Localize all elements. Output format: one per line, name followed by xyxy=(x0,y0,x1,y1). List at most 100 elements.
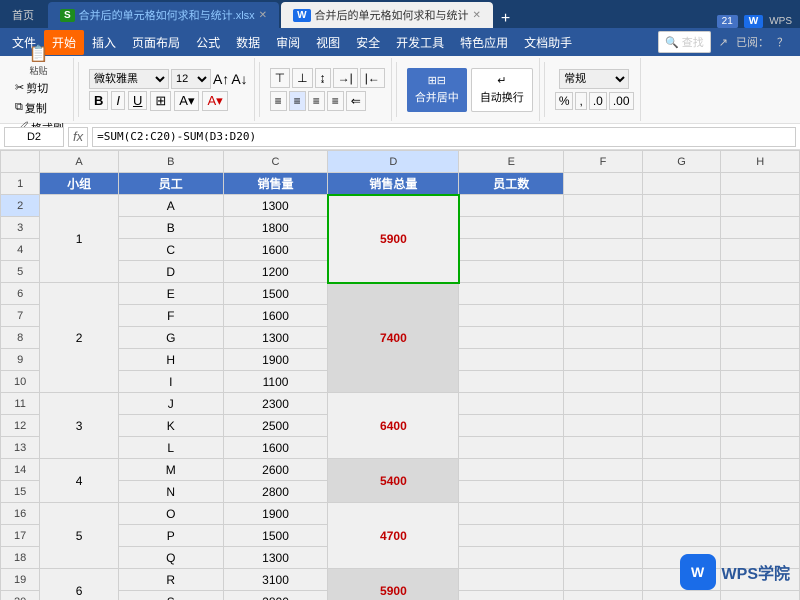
cell-b15[interactable]: N xyxy=(118,481,223,503)
align-left-btn[interactable]: ≡ xyxy=(270,91,287,111)
decimal-increase-btn[interactable]: .0 xyxy=(589,92,607,110)
align-vcenter-btn[interactable]: ⊥ xyxy=(292,68,312,88)
cell-d2-total1[interactable]: 5900 xyxy=(328,195,459,283)
cell-c9[interactable]: 1900 xyxy=(223,349,328,371)
decrease-font-btn[interactable]: A↓ xyxy=(231,71,247,87)
col-header-c[interactable]: C xyxy=(223,151,328,173)
cell-b13[interactable]: L xyxy=(118,437,223,459)
cell-b3[interactable]: B xyxy=(118,217,223,239)
merge-center-btn[interactable]: ⊞⊟ 合并居中 xyxy=(407,68,467,112)
cell-d6-total2[interactable]: 7400 xyxy=(328,283,459,393)
cell-c6[interactable]: 1500 xyxy=(223,283,328,305)
cell-c10[interactable]: 1100 xyxy=(223,371,328,393)
cell-c14[interactable]: 2600 xyxy=(223,459,328,481)
decrease-indent-btn2[interactable]: ⇐ xyxy=(346,91,366,111)
cell-b8[interactable]: G xyxy=(118,327,223,349)
menu-insert[interactable]: 插入 xyxy=(84,30,124,55)
cell-c2[interactable]: 1300 xyxy=(223,195,328,217)
group5-cell[interactable]: 5 xyxy=(40,503,119,569)
align-justify-btn[interactable]: ≡ xyxy=(327,91,344,111)
search-box[interactable]: 🔍 查找 xyxy=(658,31,711,53)
menu-doc-helper[interactable]: 文档助手 xyxy=(516,30,580,55)
add-tab-btn[interactable]: + xyxy=(493,10,518,28)
home-tab[interactable]: 首页 xyxy=(0,2,46,28)
header-sales[interactable]: 销售量 xyxy=(223,173,328,195)
cell-c5[interactable]: 1200 xyxy=(223,261,328,283)
cell-b14[interactable]: M xyxy=(118,459,223,481)
fx-button[interactable]: fx xyxy=(68,127,88,147)
xlsx-close[interactable]: ✕ xyxy=(259,10,267,21)
fill-color-btn[interactable]: A▾ xyxy=(174,91,199,111)
cell-b20[interactable]: S xyxy=(118,591,223,600)
menu-security[interactable]: 安全 xyxy=(348,30,388,55)
increase-font-btn[interactable]: A↑ xyxy=(213,71,229,87)
cell-d11-total3[interactable]: 6400 xyxy=(328,393,459,459)
cell-c11[interactable]: 2300 xyxy=(223,393,328,415)
col-header-a[interactable]: A xyxy=(40,151,119,173)
cell-c3[interactable]: 1800 xyxy=(223,217,328,239)
align-bottom-btn[interactable]: ↨ xyxy=(315,68,331,88)
cell-d19-total6[interactable]: 5900 xyxy=(328,569,459,600)
indent-increase-btn[interactable]: →| xyxy=(333,68,358,88)
align-top-btn[interactable]: ⊤ xyxy=(270,68,290,88)
xlsx-tab[interactable]: S 合并后的单元格如何求和与统计.xlsx ✕ xyxy=(48,2,279,28)
cut-btn[interactable]: ✂ 剪切 xyxy=(12,79,67,97)
group4-cell[interactable]: 4 xyxy=(40,459,119,503)
indent-decrease-btn[interactable]: |← xyxy=(360,68,385,88)
cell-b2[interactable]: A xyxy=(118,195,223,217)
percent-btn[interactable]: % xyxy=(555,92,574,110)
font-color-btn[interactable]: A▾ xyxy=(202,91,227,111)
cell-d16-total5[interactable]: 4700 xyxy=(328,503,459,569)
header-employee[interactable]: 员工 xyxy=(118,173,223,195)
bold-btn[interactable]: B xyxy=(89,91,108,110)
comma-btn[interactable]: , xyxy=(575,92,586,110)
underline-btn[interactable]: U xyxy=(128,91,147,110)
cell-c18[interactable]: 1300 xyxy=(223,547,328,569)
font-size-select[interactable]: 12 xyxy=(171,69,211,89)
font-name-select[interactable]: 微软雅黑 xyxy=(89,69,169,89)
cell-c4[interactable]: 1600 xyxy=(223,239,328,261)
col-header-d[interactable]: D xyxy=(328,151,459,173)
col-header-g[interactable]: G xyxy=(642,151,721,173)
header-group[interactable]: 小组 xyxy=(40,173,119,195)
cell-b19[interactable]: R xyxy=(118,569,223,591)
cell-b5[interactable]: D xyxy=(118,261,223,283)
wps-doc-tab[interactable]: W 合并后的单元格如何求和与统计 ✕ xyxy=(281,2,493,28)
cell-c8[interactable]: 1300 xyxy=(223,327,328,349)
cell-c20[interactable]: 2800 xyxy=(223,591,328,600)
menu-data[interactable]: 数据 xyxy=(228,30,268,55)
cell-b16[interactable]: O xyxy=(118,503,223,525)
cell-b17[interactable]: P xyxy=(118,525,223,547)
header-total[interactable]: 销售总量 xyxy=(328,173,459,195)
cell-b6[interactable]: E xyxy=(118,283,223,305)
formula-input[interactable] xyxy=(92,127,796,147)
align-right-btn[interactable]: ≡ xyxy=(308,91,325,111)
col-header-b[interactable]: B xyxy=(118,151,223,173)
help-icon[interactable]: ？ xyxy=(777,34,788,50)
decimal-decrease-btn[interactable]: .00 xyxy=(609,92,634,110)
group1-cell[interactable]: 1 xyxy=(40,195,119,283)
cell-b18[interactable]: Q xyxy=(118,547,223,569)
menu-layout[interactable]: 页面布局 xyxy=(124,30,188,55)
col-header-f[interactable]: F xyxy=(564,151,643,173)
menu-dev[interactable]: 开发工具 xyxy=(388,30,452,55)
menu-review[interactable]: 审阅 xyxy=(268,30,308,55)
share-icon[interactable]: ↗ xyxy=(719,36,728,49)
cell-c12[interactable]: 2500 xyxy=(223,415,328,437)
col-header-e[interactable]: E xyxy=(459,151,564,173)
menu-view[interactable]: 视图 xyxy=(308,30,348,55)
cell-c15[interactable]: 2800 xyxy=(223,481,328,503)
header-count[interactable]: 员工数 xyxy=(459,173,564,195)
menu-special[interactable]: 特色应用 xyxy=(452,30,516,55)
cell-b10[interactable]: I xyxy=(118,371,223,393)
cell-ref-input[interactable] xyxy=(4,127,64,147)
cell-c19[interactable]: 3100 xyxy=(223,569,328,591)
italic-btn[interactable]: I xyxy=(111,91,125,110)
wps-doc-close[interactable]: ✕ xyxy=(473,10,481,21)
align-center-btn[interactable]: ≡ xyxy=(289,91,306,111)
cell-b4[interactable]: C xyxy=(118,239,223,261)
cell-b11[interactable]: J xyxy=(118,393,223,415)
cell-d14-total4[interactable]: 5400 xyxy=(328,459,459,503)
cell-b7[interactable]: F xyxy=(118,305,223,327)
group2-cell[interactable]: 2 xyxy=(40,283,119,393)
